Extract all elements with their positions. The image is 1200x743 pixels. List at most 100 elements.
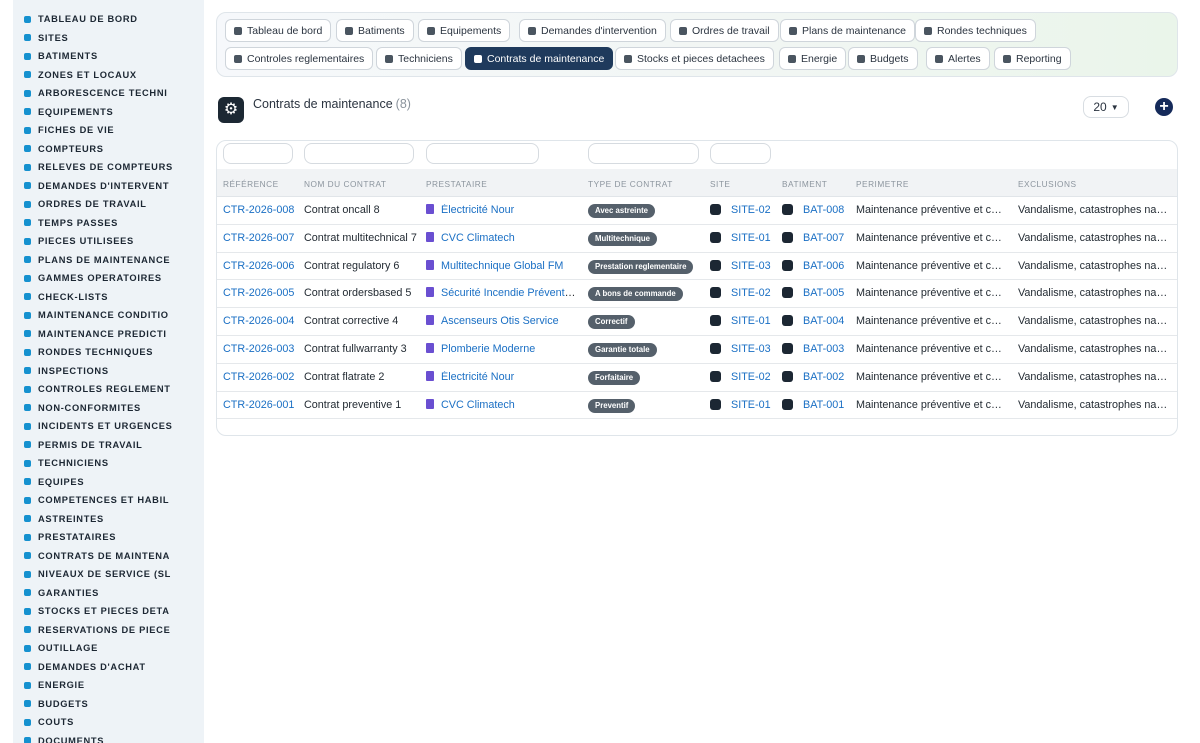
nav-button[interactable]: Demandes d'intervention — [519, 19, 666, 42]
nav-button[interactable]: Alertes — [926, 47, 990, 70]
building-link[interactable]: BAT-004 — [803, 315, 844, 327]
provider-link[interactable]: CVC Climatech — [441, 232, 515, 244]
table-row[interactable]: CTR-2026-004 Contrat corrective 4 Ascenseu… — [217, 308, 1177, 336]
site-link[interactable]: SITE-03 — [731, 343, 771, 355]
sidebar-item[interactable]: COMPETENCES ET HABIL — [13, 491, 204, 510]
sidebar-item[interactable]: ENERGIE — [13, 676, 204, 695]
table-row[interactable]: CTR-2026-008 Contrat oncall 8 Électricité … — [217, 197, 1177, 225]
filter-input-type[interactable] — [588, 143, 699, 164]
sidebar-item[interactable]: DEMANDES D'INTERVENT — [13, 177, 204, 196]
sidebar-item[interactable]: NIVEAUX DE SERVICE (SL — [13, 565, 204, 584]
sidebar-item[interactable]: CONTRATS DE MAINTENA — [13, 547, 204, 566]
contract-reference-link[interactable]: CTR-2026-006 — [223, 260, 295, 272]
column-header[interactable]: NOM DU CONTRAT — [304, 179, 386, 189]
sidebar-item[interactable]: INSPECTIONS — [13, 362, 204, 381]
building-link[interactable]: BAT-001 — [803, 399, 844, 411]
nav-button[interactable]: Controles reglementaires — [225, 47, 374, 70]
building-link[interactable]: BAT-002 — [803, 371, 844, 383]
column-header[interactable]: EXCLUSIONS — [1018, 179, 1076, 189]
column-header[interactable]: PERIMETRE — [856, 179, 909, 189]
contract-reference-link[interactable]: CTR-2026-002 — [223, 371, 295, 383]
contract-reference-link[interactable]: CTR-2026-005 — [223, 287, 295, 299]
sidebar-item[interactable]: TEMPS PASSES — [13, 214, 204, 233]
sidebar-item[interactable]: BUDGETS — [13, 695, 204, 714]
per-page-select[interactable]: 20 ▼ — [1083, 96, 1129, 118]
sidebar-item[interactable]: GAMMES OPERATOIRES — [13, 269, 204, 288]
sidebar-item[interactable]: PLANS DE MAINTENANCE — [13, 251, 204, 270]
sidebar-item[interactable]: EQUIPES — [13, 473, 204, 492]
building-link[interactable]: BAT-005 — [803, 287, 844, 299]
sidebar-item[interactable]: DEMANDES D'ACHAT — [13, 658, 204, 677]
provider-link[interactable]: Multitechnique Global FM — [441, 260, 563, 272]
sidebar-item[interactable]: RELEVES DE COMPTEURS — [13, 158, 204, 177]
sidebar-item[interactable]: GARANTIES — [13, 584, 204, 603]
sidebar-item[interactable]: CHECK-LISTS — [13, 288, 204, 307]
nav-button[interactable]: Stocks et pieces detachees — [615, 47, 774, 70]
site-link[interactable]: SITE-01 — [731, 315, 771, 327]
provider-link[interactable]: Sécurité Incendie Prévention — [441, 287, 576, 299]
add-contract-button[interactable]: + — [1155, 98, 1173, 116]
table-row[interactable]: CTR-2026-001 Contrat preventive 1 CVC Clim… — [217, 392, 1177, 420]
site-link[interactable]: SITE-03 — [731, 260, 771, 272]
sidebar-item[interactable]: TABLEAU DE BORD — [13, 10, 204, 29]
contract-reference-link[interactable]: CTR-2026-008 — [223, 204, 295, 216]
site-link[interactable]: SITE-01 — [731, 232, 771, 244]
building-link[interactable]: BAT-008 — [803, 204, 844, 216]
sidebar-item[interactable]: CONTROLES REGLEMENT — [13, 380, 204, 399]
nav-button[interactable]: Plans de maintenance — [780, 19, 915, 42]
nav-button[interactable]: Equipements — [418, 19, 511, 42]
sidebar-item[interactable]: OUTILLAGE — [13, 639, 204, 658]
site-link[interactable]: SITE-02 — [731, 204, 771, 216]
filter-input-name[interactable] — [304, 143, 414, 164]
sidebar-item[interactable]: MAINTENANCE CONDITIO — [13, 306, 204, 325]
provider-link[interactable]: CVC Climatech — [441, 399, 515, 411]
nav-button[interactable]: Energie — [779, 47, 847, 70]
nav-button[interactable]: Batiments — [336, 19, 414, 42]
nav-button[interactable]: Rondes techniques — [915, 19, 1036, 42]
filter-input-site[interactable] — [710, 143, 771, 164]
sidebar-item[interactable]: BATIMENTS — [13, 47, 204, 66]
table-row[interactable]: CTR-2026-002 Contrat flatrate 2 Électricit… — [217, 364, 1177, 392]
sidebar-item[interactable]: TECHNICIENS — [13, 454, 204, 473]
sidebar-item[interactable]: RONDES TECHNIQUES — [13, 343, 204, 362]
column-header[interactable]: SITE — [710, 179, 730, 189]
table-row[interactable]: CTR-2026-005 Contrat ordersbased 5 Sécurit… — [217, 280, 1177, 309]
contract-reference-link[interactable]: CTR-2026-007 — [223, 232, 295, 244]
provider-link[interactable]: Plomberie Moderne — [441, 343, 535, 355]
building-link[interactable]: BAT-007 — [803, 232, 844, 244]
nav-button[interactable]: Budgets — [848, 47, 918, 70]
contract-reference-link[interactable]: CTR-2026-003 — [223, 343, 295, 355]
contract-reference-link[interactable]: CTR-2026-001 — [223, 399, 295, 411]
column-header[interactable]: PRESTATAIRE — [426, 179, 487, 189]
sidebar-item[interactable]: RESERVATIONS DE PIECE — [13, 621, 204, 640]
nav-button[interactable]: Tableau de bord — [225, 19, 332, 42]
table-row[interactable]: CTR-2026-003 Contrat fullwarranty 3 Plombe… — [217, 336, 1177, 364]
provider-link[interactable]: Ascenseurs Otis Service — [441, 315, 559, 327]
sidebar-item[interactable]: COMPTEURS — [13, 140, 204, 159]
building-link[interactable]: BAT-006 — [803, 260, 844, 272]
site-link[interactable]: SITE-02 — [731, 287, 771, 299]
site-link[interactable]: SITE-02 — [731, 371, 771, 383]
sidebar-item[interactable]: INCIDENTS ET URGENCES — [13, 417, 204, 436]
sidebar-item[interactable]: PIECES UTILISEES — [13, 232, 204, 251]
provider-link[interactable]: Électricité Nour — [441, 204, 514, 216]
sidebar-item[interactable]: MAINTENANCE PREDICTI — [13, 325, 204, 344]
sidebar-item[interactable]: FICHES DE VIE — [13, 121, 204, 140]
sidebar-item[interactable]: NON-CONFORMITES — [13, 399, 204, 418]
sidebar-item[interactable]: PERMIS DE TRAVAIL — [13, 436, 204, 455]
sidebar-item[interactable]: SITES — [13, 29, 204, 48]
filter-input-provider[interactable] — [426, 143, 539, 164]
site-link[interactable]: SITE-01 — [731, 399, 771, 411]
sidebar-item[interactable]: PRESTATAIRES — [13, 528, 204, 547]
sidebar-item[interactable]: ORDRES DE TRAVAIL — [13, 195, 204, 214]
sidebar-item[interactable]: COUTS — [13, 713, 204, 732]
sidebar-item[interactable]: EQUIPEMENTS — [13, 103, 204, 122]
nav-button[interactable]: Reporting — [994, 47, 1071, 70]
sidebar-item[interactable]: STOCKS ET PIECES DETA — [13, 602, 204, 621]
table-row[interactable]: CTR-2026-006 Contrat regulatory 6 Multitec… — [217, 253, 1177, 281]
sidebar-item[interactable]: DOCUMENTS — [13, 732, 204, 743]
nav-button[interactable]: Contrats de maintenance — [465, 47, 614, 70]
provider-link[interactable]: Électricité Nour — [441, 371, 514, 383]
column-header[interactable]: RÉFÉRENCE — [223, 179, 279, 189]
nav-button[interactable]: Techniciens — [376, 47, 462, 70]
